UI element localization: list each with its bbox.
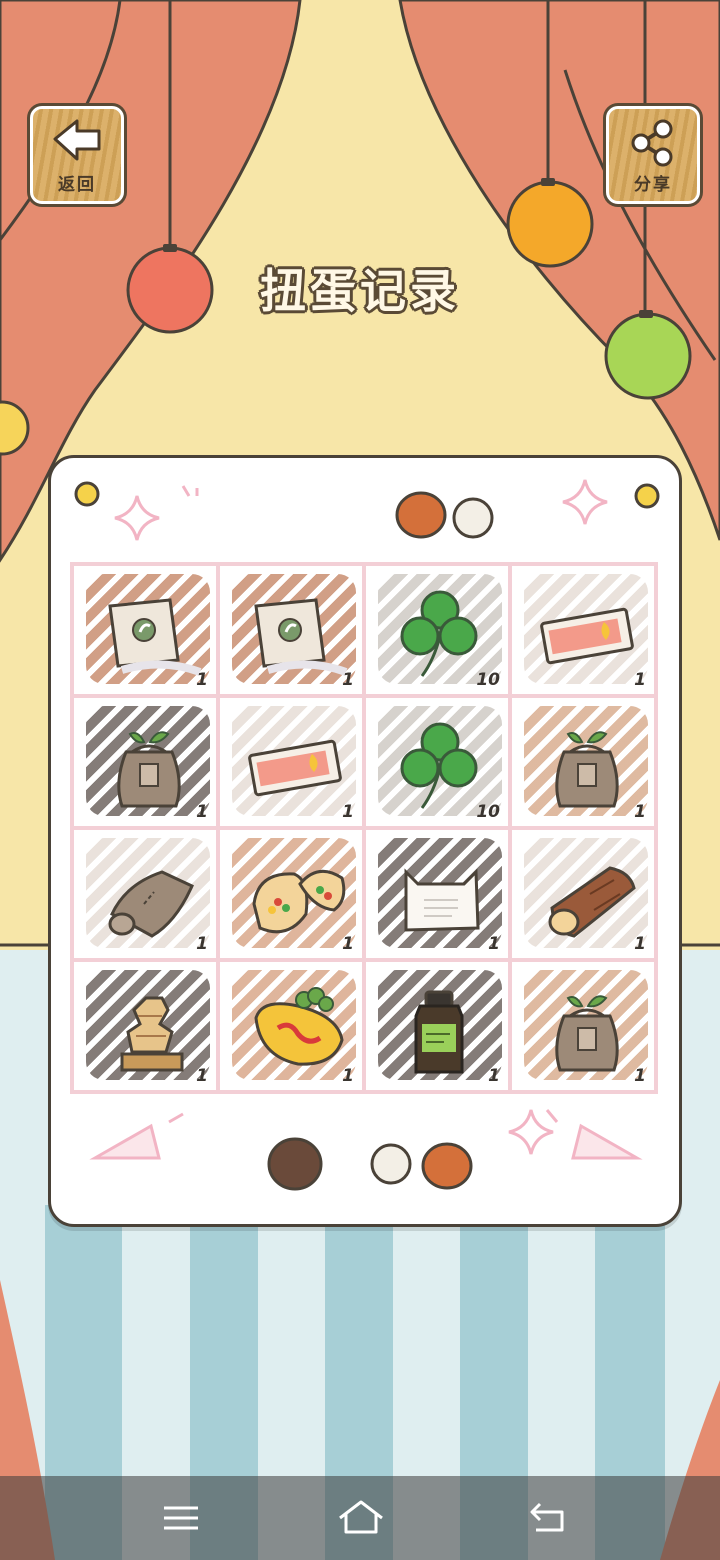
- item-count: 10: [476, 802, 500, 822]
- item-count: 1: [196, 934, 208, 954]
- medicine-bottle-icon: [414, 990, 464, 1074]
- record-cell[interactable]: 1: [218, 960, 364, 1092]
- item-count: 1: [342, 802, 354, 822]
- clover-icon: [400, 590, 478, 677]
- record-cell[interactable]: 1: [510, 696, 656, 828]
- cat-pillow-icon: [404, 868, 480, 932]
- item-count: 1: [342, 934, 354, 954]
- record-cell[interactable]: 10: [364, 696, 510, 828]
- seed-packet-icon: [254, 598, 348, 676]
- record-cell[interactable]: 1: [72, 696, 218, 828]
- plant-sack-icon: [555, 995, 619, 1072]
- record-cell[interactable]: 1: [364, 960, 510, 1092]
- record-cell[interactable]: 1: [72, 828, 218, 960]
- back-label: 返回: [58, 175, 96, 195]
- item-count: 1: [342, 670, 354, 690]
- item-count: 1: [634, 670, 646, 690]
- plant-sack-icon: [555, 731, 619, 808]
- record-cell[interactable]: 1: [510, 828, 656, 960]
- item-count: 1: [196, 670, 208, 690]
- record-cell[interactable]: 1: [364, 828, 510, 960]
- seed-packet-icon: [108, 598, 202, 676]
- item-count: 1: [634, 934, 646, 954]
- record-cell[interactable]: 1: [218, 828, 364, 960]
- item-count: 1: [196, 1066, 208, 1086]
- back-button[interactable]: 返回: [30, 106, 124, 204]
- stone-tower-icon: [120, 996, 184, 1072]
- share-icon: [631, 119, 673, 167]
- record-cell[interactable]: 1: [218, 564, 364, 696]
- share-label: 分享: [634, 175, 672, 195]
- item-count: 1: [634, 802, 646, 822]
- share-button[interactable]: 分享: [606, 106, 700, 204]
- clover-icon: [400, 722, 478, 809]
- record-grid: 1 1 10 1 1 1 10 1 1 1 1 1 1 1 1 1: [70, 562, 658, 1094]
- ticket-icon: [248, 739, 342, 797]
- page-title: 扭蛋记录: [260, 264, 460, 318]
- omelette-icon: [254, 987, 344, 1066]
- plant-sack-icon: [117, 731, 181, 808]
- home-icon[interactable]: [336, 1496, 386, 1540]
- item-count: 1: [488, 934, 500, 954]
- wood-log-icon: [548, 866, 636, 938]
- system-nav-bar: [0, 1476, 720, 1560]
- item-count: 1: [634, 1066, 646, 1086]
- record-cell[interactable]: 1: [510, 960, 656, 1092]
- record-cell[interactable]: 10: [364, 564, 510, 696]
- towel-icon: [108, 870, 194, 938]
- menu-icon[interactable]: [160, 1496, 202, 1540]
- item-count: 1: [342, 1066, 354, 1086]
- ticket-icon: [540, 607, 634, 665]
- back-nav-icon[interactable]: [526, 1496, 570, 1540]
- item-count: 10: [476, 670, 500, 690]
- item-count: 1: [196, 802, 208, 822]
- record-cell[interactable]: 1: [72, 960, 218, 1092]
- record-cell[interactable]: 1: [218, 696, 364, 828]
- pita-bread-icon: [252, 869, 346, 934]
- item-count: 1: [488, 1066, 500, 1086]
- record-cell[interactable]: 1: [72, 564, 218, 696]
- arrow-left-icon: [53, 119, 101, 161]
- record-cell[interactable]: 1: [510, 564, 656, 696]
